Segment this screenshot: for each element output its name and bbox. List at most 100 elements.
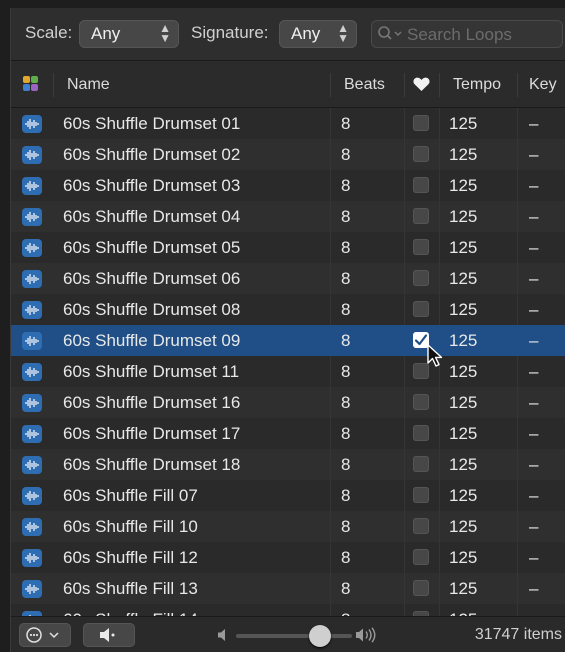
stepper-arrows-icon: ▲ ▼: [159, 21, 171, 45]
loop-beats: 8: [341, 269, 351, 288]
column-divider: [404, 418, 405, 449]
favorite-checkbox[interactable]: [413, 301, 429, 317]
column-divider: [517, 108, 518, 139]
audio-loop-icon: [22, 549, 42, 567]
loop-key: –: [529, 176, 539, 195]
scale-popup[interactable]: Any ▲ ▼: [79, 20, 179, 48]
loop-key: –: [529, 424, 539, 443]
column-divider: [517, 73, 518, 97]
scale-label: Scale:: [25, 23, 73, 42]
loop-row[interactable]: 60s Shuffle Fill 148125–: [11, 604, 565, 616]
column-divider: [517, 170, 518, 201]
favorite-checkbox[interactable]: [413, 518, 429, 534]
favorite-checkbox[interactable]: [413, 394, 429, 410]
volume-low-icon: [218, 629, 225, 641]
loop-row[interactable]: 60s Shuffle Drumset 18 8 125 –: [11, 449, 565, 480]
audio-loop-icon: [22, 332, 42, 350]
loop-row[interactable]: 60s Shuffle Drumset 17 8 125 –: [11, 418, 565, 449]
preview-speaker-button[interactable]: [83, 623, 135, 647]
loop-beats: 8: [341, 207, 351, 226]
loop-name: 60s Shuffle Drumset 18: [63, 455, 241, 474]
volume-slider-knob[interactable]: [308, 625, 331, 647]
loop-tempo: 125: [449, 548, 478, 567]
loop-tempo: 125: [449, 145, 478, 164]
column-divider: [330, 511, 331, 542]
loop-key: –: [529, 207, 539, 226]
loop-row[interactable]: 60s Shuffle Fill 10 8 125 –: [11, 511, 565, 542]
column-key[interactable]: Key: [529, 76, 557, 94]
loop-row[interactable]: 60s Shuffle Fill 07 8 125 –: [11, 480, 565, 511]
favorite-checkbox[interactable]: [413, 146, 429, 162]
favorite-checkbox[interactable]: [413, 580, 429, 596]
audio-loop-icon: [22, 487, 42, 505]
more-options-button[interactable]: [19, 623, 71, 647]
loop-row[interactable]: 60s Shuffle Drumset 01 8 125 –: [11, 108, 565, 139]
loop-row[interactable]: 60s Shuffle Drumset 09 8 125 –: [11, 325, 565, 356]
loop-type-icon[interactable]: [23, 76, 39, 92]
bottom-bar: 31747 items: [11, 616, 565, 652]
column-divider: [517, 232, 518, 263]
loop-row[interactable]: 60s Shuffle Drumset 08 8 125 –: [11, 294, 565, 325]
favorite-checkbox[interactable]: [413, 487, 429, 503]
loop-row[interactable]: 60s Shuffle Drumset 11 8 125 –: [11, 356, 565, 387]
loop-key: –: [529, 269, 539, 288]
loop-beats: 8: [341, 393, 351, 412]
speaker-icon: [100, 628, 115, 642]
column-tempo[interactable]: Tempo: [453, 76, 501, 94]
favorite-checkbox[interactable]: [413, 239, 429, 255]
loop-tempo: 125: [449, 486, 478, 505]
ellipsis-circle-icon: [26, 627, 59, 643]
loop-beats: 8: [341, 145, 351, 164]
column-divider: [330, 604, 331, 616]
loop-tempo: 125: [449, 300, 478, 319]
loop-row[interactable]: 60s Shuffle Drumset 04 8 125 –: [11, 201, 565, 232]
column-divider: [330, 573, 331, 604]
loop-key: –: [529, 300, 539, 319]
column-divider: [330, 356, 331, 387]
column-divider: [517, 139, 518, 170]
audio-loop-icon: [22, 115, 42, 133]
loop-name: 60s Shuffle Drumset 11: [63, 362, 240, 381]
column-divider: [330, 108, 331, 139]
loop-row[interactable]: 60s Shuffle Drumset 05 8 125 –: [11, 232, 565, 263]
column-name[interactable]: Name: [67, 76, 110, 94]
volume-slider-track[interactable]: [236, 634, 352, 638]
column-divider: [404, 356, 405, 387]
favorite-checkbox[interactable]: [413, 425, 429, 441]
favorite-checkbox[interactable]: [413, 456, 429, 472]
column-divider: [517, 511, 518, 542]
loop-list[interactable]: 60s Shuffle Drumset 01 8 125– 60s Shuffle D…: [11, 108, 565, 616]
column-divider: [404, 73, 405, 97]
favorite-checkbox[interactable]: [413, 115, 429, 131]
column-divider: [439, 139, 440, 170]
column-divider: [439, 480, 440, 511]
column-header: Name Beats Tempo Key: [11, 61, 565, 108]
loop-row[interactable]: 60s Shuffle Fill 13 8 125 –: [11, 573, 565, 604]
loop-name: 60s Shuffle Drumset 06: [63, 269, 241, 288]
column-divider: [330, 542, 331, 573]
heart-icon[interactable]: [413, 77, 430, 92]
search-field[interactable]: Search Loops: [371, 20, 563, 48]
signature-popup[interactable]: Any ▲ ▼: [279, 20, 357, 48]
search-input[interactable]: Search Loops: [407, 25, 512, 45]
column-divider: [439, 201, 440, 232]
loop-row[interactable]: 60s Shuffle Drumset 16 8 125 –: [11, 387, 565, 418]
loop-beats: 8: [341, 517, 351, 536]
loop-key: –: [529, 486, 539, 505]
loop-row[interactable]: 60s Shuffle Fill 12 8 125 –: [11, 542, 565, 573]
column-divider: [404, 201, 405, 232]
column-beats[interactable]: Beats: [344, 76, 385, 94]
loop-row[interactable]: 60s Shuffle Drumset 02 8 125 –: [11, 139, 565, 170]
loop-name: 60s Shuffle Drumset 02: [63, 145, 241, 164]
column-divider: [404, 263, 405, 294]
favorite-checkbox[interactable]: [413, 208, 429, 224]
favorite-checkbox[interactable]: [413, 177, 429, 193]
favorite-checkbox[interactable]: [413, 270, 429, 286]
loop-row[interactable]: 60s Shuffle Drumset 06 8 125 –: [11, 263, 565, 294]
favorite-checkbox[interactable]: [413, 549, 429, 565]
audio-loop-icon: [22, 363, 42, 381]
loop-name: 60s Shuffle Drumset 17: [63, 424, 241, 443]
loop-row[interactable]: 60s Shuffle Drumset 03 8 125 –: [11, 170, 565, 201]
column-divider: [439, 573, 440, 604]
scale-value: Any: [91, 24, 121, 43]
